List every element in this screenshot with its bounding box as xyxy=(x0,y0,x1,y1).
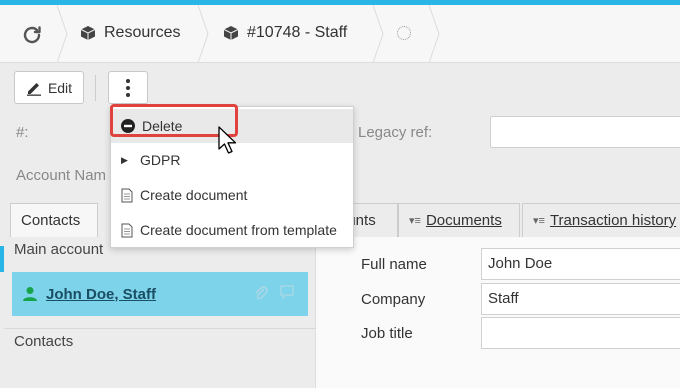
refresh-icon[interactable] xyxy=(20,23,44,47)
comment-icon[interactable] xyxy=(280,285,294,299)
cube-icon xyxy=(223,26,239,40)
pane-divider xyxy=(4,328,316,329)
edit-button[interactable]: Edit xyxy=(14,71,84,104)
document-icon xyxy=(121,188,133,202)
edit-label: Edit xyxy=(47,79,73,96)
breadcrumb-item-resources[interactable]: Resources xyxy=(80,24,180,42)
job-title-field[interactable] xyxy=(481,317,680,349)
toolbar-divider xyxy=(95,75,96,101)
menu-item-create-document-from-template[interactable]: Create document from template xyxy=(111,213,353,247)
contact-name-link[interactable]: John Doe, Staff xyxy=(46,286,156,303)
left-accent-bar xyxy=(0,246,4,272)
menu-item-label: GDPR xyxy=(140,152,181,168)
list-filter-icon: ▾≡ xyxy=(533,215,545,227)
menu-item-create-document[interactable]: Create document xyxy=(111,178,353,212)
breadcrumb-separator xyxy=(197,5,209,63)
breadcrumb-label: Resources xyxy=(104,24,181,41)
loading-spinner-icon xyxy=(397,26,411,40)
full-name-label: Full name xyxy=(361,256,427,273)
main-account-heading: Main account xyxy=(14,241,104,258)
full-name-field[interactable]: John Doe xyxy=(481,248,680,280)
menu-item-label: Create document xyxy=(140,187,248,203)
list-filter-icon: ▾≡ xyxy=(409,215,421,227)
breadcrumb-item-record[interactable]: #10748 - Staff xyxy=(223,24,347,42)
company-label: Company xyxy=(361,291,426,308)
pencil-icon xyxy=(26,82,41,96)
breadcrumb: Resources #10748 - Staff xyxy=(0,5,680,63)
tab-transaction-history[interactable]: ▾≡ Transaction history xyxy=(522,203,680,237)
tab-contacts[interactable]: Contacts xyxy=(10,203,98,237)
breadcrumb-label: #10748 - Staff xyxy=(247,24,348,41)
paperclip-icon[interactable] xyxy=(254,285,268,301)
breadcrumb-separator xyxy=(372,5,384,63)
triangle-right-icon: ▶ xyxy=(121,154,128,165)
tab-label: Transaction history xyxy=(549,212,677,229)
document-icon xyxy=(121,223,133,237)
menu-item-label: Create document from template xyxy=(140,222,337,238)
person-icon xyxy=(23,287,37,301)
contacts-heading: Contacts xyxy=(14,333,74,350)
legacy-ref-label: Legacy ref: xyxy=(358,124,433,141)
tab-label: Documents xyxy=(425,212,502,229)
main-contact-card[interactable]: John Doe, Staff xyxy=(12,272,308,316)
breadcrumb-separator xyxy=(56,5,68,63)
breadcrumb-separator xyxy=(428,5,440,63)
tab-label: Contacts xyxy=(21,212,81,229)
id-label: #: xyxy=(16,124,29,141)
mouse-cursor-icon xyxy=(218,126,237,154)
company-field[interactable]: Staff xyxy=(481,283,680,315)
job-title-label: Job title xyxy=(361,325,413,342)
legacy-ref-input[interactable] xyxy=(490,116,680,148)
cube-icon xyxy=(80,26,96,40)
vertical-ellipsis-icon xyxy=(126,78,130,97)
more-actions-button[interactable] xyxy=(108,71,148,104)
account-name-label: Account Nam xyxy=(16,167,107,184)
tab-documents[interactable]: ▾≡ Documents xyxy=(398,203,520,237)
